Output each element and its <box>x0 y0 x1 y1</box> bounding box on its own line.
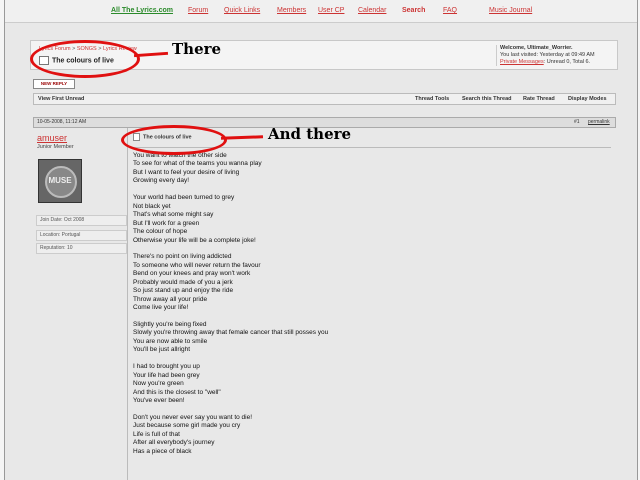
top-navigation: All The Lyrics.com Forum Quick Links Mem… <box>5 0 637 23</box>
nav-search[interactable]: Search <box>402 7 425 14</box>
avatar-text: MUSE <box>48 176 72 185</box>
lyric-line: I had to brought you up <box>133 363 200 371</box>
avatar: MUSE <box>38 159 82 203</box>
post-number[interactable]: #1 <box>574 119 580 125</box>
lyric-line: Growing every day! <box>133 177 189 185</box>
lyric-line: But I'll work for a green <box>133 219 200 227</box>
annotation-circle-title <box>30 40 140 78</box>
new-reply-button[interactable]: NEW REPLY <box>33 79 75 89</box>
lyric-line: There's no point on living addicted <box>133 253 232 261</box>
lyric-line: Probably would made of you a jerk <box>133 278 233 286</box>
post-date: 10-05-2008, 11:12 AM <box>37 119 87 125</box>
thread-tools-bar: View First Unread Thread Tools Search th… <box>33 93 616 105</box>
lyric-line: Has a piece of black <box>133 447 192 455</box>
lyric-line: Life is full of that <box>133 430 180 438</box>
lyric-line: Slowly you're throwing away that female … <box>133 329 329 337</box>
lyric-line: After all everybody's journey <box>133 439 215 447</box>
nav-members[interactable]: Members <box>277 7 306 14</box>
lyric-line: You've ever been! <box>133 397 185 405</box>
lyric-line: You'll be just allright <box>133 346 191 354</box>
lyric-line: Your world had been turned to grey <box>133 194 235 202</box>
nav-user-cp[interactable]: User CP <box>318 7 344 14</box>
permalink-link[interactable]: permalink <box>588 119 610 125</box>
nav-quick-links[interactable]: Quick Links <box>224 7 260 14</box>
nav-calendar[interactable]: Calendar <box>358 7 386 14</box>
private-messages: Private Messages: Unread 0, Total 6. <box>500 59 618 66</box>
user-title: Junior Member <box>37 144 74 150</box>
lyric-line: That's what some might say <box>133 211 214 219</box>
pm-counts: : Unread 0, Total 6. <box>543 59 591 65</box>
welcome-heading: Welcome, Ultimate_Worrier. <box>500 45 573 51</box>
nav-music-journal[interactable]: Music Journal <box>489 7 532 14</box>
reputation: Reputation: 10 <box>36 243 127 254</box>
last-visited: You last visited: Yesterday at 09:49 AM <box>500 52 595 58</box>
post-body: The colours of live You want to watch th… <box>129 128 614 480</box>
lyric-line: So just stand up and enjoy the ride <box>133 287 234 295</box>
welcome-box: Welcome, Ultimate_Worrier. You last visi… <box>496 45 618 66</box>
thread-tools-menu[interactable]: Thread Tools <box>415 96 449 102</box>
lyric-line: To someone who will never return the fav… <box>133 261 261 269</box>
lyric-line: But I want to feel your desire of living <box>133 168 240 176</box>
join-date: Join Date: Oct 2008 <box>36 215 127 226</box>
annotation-label-and-there: And there <box>268 125 352 143</box>
lyric-line: Otherwise your life will be a complete j… <box>133 236 256 244</box>
location: Location: Portugal <box>36 230 127 241</box>
lyric-line: Your life had been grey <box>133 371 200 379</box>
annotation-circle-post-title <box>121 125 227 155</box>
lyric-line: You are now able to smile <box>133 337 208 345</box>
username-link[interactable]: amuser <box>37 133 67 143</box>
site-brand-link[interactable]: All The Lyrics.com <box>111 7 173 14</box>
lyric-line: Bend on your knees and pray won't work <box>133 270 251 278</box>
lyric-line: Don't you never ever say you want to die… <box>133 413 253 421</box>
lyric-line: The colour of hope <box>133 228 188 236</box>
nav-faq[interactable]: FAQ <box>443 7 457 14</box>
lyric-line: Not black yet <box>133 202 171 210</box>
lyric-line: Slightly you're being fixed <box>133 321 207 328</box>
lyric-line: Throw away all your pride <box>133 295 208 303</box>
nav-forum[interactable]: Forum <box>188 7 208 14</box>
lyric-line: To see for what of the teams you wanna p… <box>133 160 262 168</box>
search-thread-menu[interactable]: Search this Thread <box>462 96 512 102</box>
private-messages-link[interactable]: Private Messages <box>500 59 544 65</box>
lyric-line: Just because some girl made you cry <box>133 422 241 430</box>
view-first-unread-link[interactable]: View First Unread <box>38 96 84 102</box>
annotation-label-there: There <box>172 40 222 58</box>
rate-thread-menu[interactable]: Rate Thread <box>523 96 555 102</box>
lyric-line: And this is the closest to "well" <box>133 388 221 396</box>
user-info-panel: amuser Junior Member MUSE Join Date: Oct… <box>33 128 128 480</box>
lyric-line: Now you're green <box>133 380 184 388</box>
lyric-line: Come live your life! <box>133 304 189 312</box>
display-modes-menu[interactable]: Display Modes <box>568 96 607 102</box>
